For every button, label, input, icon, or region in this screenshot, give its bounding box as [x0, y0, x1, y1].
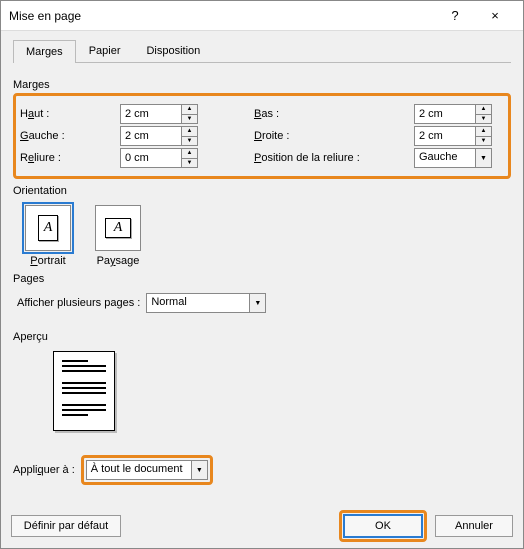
tab-marges[interactable]: Marges [13, 40, 76, 63]
tabs: Marges Papier Disposition [13, 39, 511, 63]
margins-group-highlight: Haut : ▲▼ Bas : ▲▼ [13, 93, 511, 179]
set-default-button[interactable]: Définir par défaut [11, 515, 121, 537]
titlebar: Mise en page ? × [1, 1, 523, 31]
preview-thumbnail [53, 351, 115, 431]
tab-disposition[interactable]: Disposition [133, 39, 213, 62]
spin-up-icon[interactable]: ▲ [476, 127, 491, 137]
apply-to-row: Appliquer à : À tout le document ▼ [13, 455, 511, 485]
input-reliure-field[interactable] [121, 149, 181, 167]
orientation-paysage[interactable]: A Paysage [95, 205, 141, 267]
select-pages-mode-value: Normal [147, 294, 249, 312]
ok-button[interactable]: OK [344, 515, 422, 537]
group-pages-label: Pages [13, 273, 511, 285]
portrait-icon: A [25, 205, 71, 251]
label-droite: Droite : [254, 130, 414, 142]
spin-down-icon[interactable]: ▼ [476, 115, 491, 124]
spin-up-icon[interactable]: ▲ [182, 127, 197, 137]
input-gauche[interactable]: ▲▼ [120, 126, 198, 146]
spin-down-icon[interactable]: ▼ [476, 137, 491, 146]
orientation-portrait[interactable]: A Portrait [25, 205, 71, 267]
chevron-down-icon[interactable]: ▼ [191, 461, 207, 479]
spin-down-icon[interactable]: ▼ [182, 159, 197, 168]
label-afficher-pages: Afficher plusieurs pages : [17, 297, 140, 309]
label-bas: Bas : [254, 108, 414, 120]
group-orientation-label: Orientation [13, 185, 511, 197]
pages-row: Afficher plusieurs pages : Normal ▼ [17, 293, 511, 313]
cancel-button[interactable]: Annuler [435, 515, 513, 537]
chevron-down-icon[interactable]: ▼ [249, 294, 265, 312]
apply-to-highlight: À tout le document ▼ [81, 455, 213, 485]
input-haut-field[interactable] [121, 105, 181, 123]
spin-down-icon[interactable]: ▼ [182, 137, 197, 146]
page-setup-dialog: Mise en page ? × Marges Papier Dispositi… [0, 0, 524, 549]
select-position-reliure-value: Gauche [415, 149, 475, 167]
tabpanel-marges: Marges Haut : ▲▼ Bas : [13, 63, 511, 498]
label-haut: Haut : [20, 108, 120, 120]
input-reliure[interactable]: ▲▼ [120, 148, 198, 168]
input-bas[interactable]: ▲▼ [414, 104, 492, 124]
select-appliquer-a[interactable]: À tout le document ▼ [86, 460, 208, 480]
spin-up-icon[interactable]: ▲ [182, 149, 197, 159]
orientation-portrait-label: Portrait [25, 255, 71, 267]
label-reliure: Reliure : [20, 152, 120, 164]
select-pages-mode[interactable]: Normal ▼ [146, 293, 266, 313]
orientation-group: A Portrait A Paysage [25, 205, 511, 267]
help-button[interactable]: ? [435, 1, 475, 31]
input-droite[interactable]: ▲▼ [414, 126, 492, 146]
label-position-reliure: Position de la reliure : [254, 152, 414, 164]
landscape-icon: A [95, 205, 141, 251]
label-gauche: Gauche : [20, 130, 120, 142]
spin-up-icon[interactable]: ▲ [182, 105, 197, 115]
orientation-paysage-label: Paysage [95, 255, 141, 267]
window-title: Mise en page [9, 9, 435, 23]
select-appliquer-a-value: À tout le document [87, 461, 191, 479]
input-bas-field[interactable] [415, 105, 475, 123]
ok-highlight: OK [339, 510, 427, 542]
spin-down-icon[interactable]: ▼ [182, 115, 197, 124]
spin-up-icon[interactable]: ▲ [476, 105, 491, 115]
group-apercu-label: Aperçu [13, 331, 511, 343]
chevron-down-icon[interactable]: ▼ [475, 149, 491, 167]
group-marges-label: Marges [13, 79, 511, 91]
dialog-body: Marges Papier Disposition Marges Haut : … [1, 31, 523, 504]
input-haut[interactable]: ▲▼ [120, 104, 198, 124]
dialog-footer: Définir par défaut OK Annuler [1, 504, 523, 548]
input-gauche-field[interactable] [121, 127, 181, 145]
input-droite-field[interactable] [415, 127, 475, 145]
close-button[interactable]: × [475, 1, 515, 31]
label-appliquer-a: Appliquer à : [13, 464, 75, 476]
select-position-reliure[interactable]: Gauche ▼ [414, 148, 492, 168]
tab-papier[interactable]: Papier [76, 39, 134, 62]
